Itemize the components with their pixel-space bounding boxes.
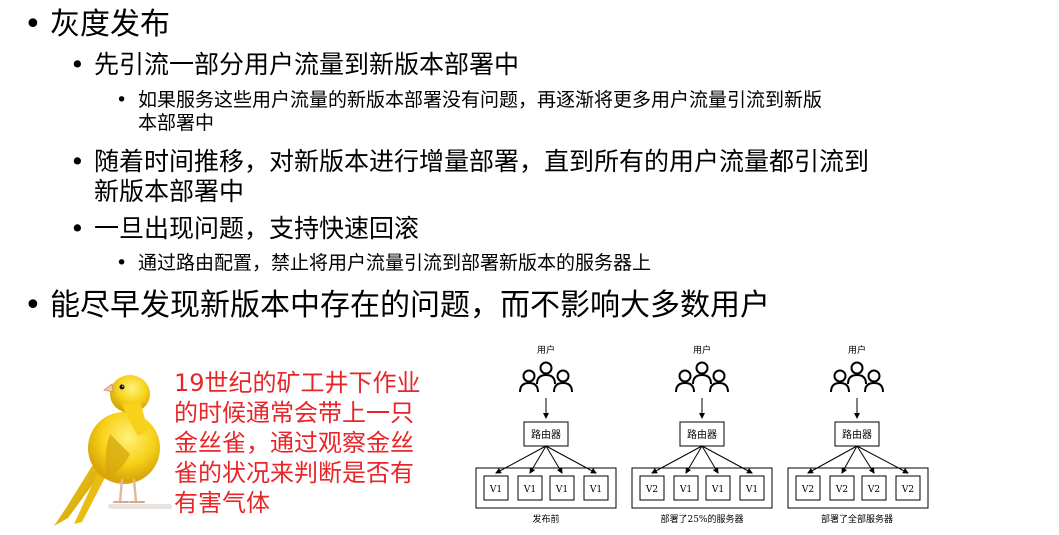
server-version: V1 [589, 485, 602, 495]
diagram-caption: 部署了全部服务器 [821, 513, 893, 525]
bullet-dot: • [24, 288, 42, 323]
bullet-route-part-traffic: 先引流一部分用户流量到新版本部署中 [94, 50, 520, 79]
server-version: V2 [835, 485, 848, 495]
bullet-incremental-line2: 新版本部署中 [94, 177, 245, 206]
server-version: V1 [489, 485, 502, 495]
users-icon [675, 361, 729, 393]
canary-note-line: 金丝雀，通过观察金丝 [174, 429, 414, 457]
server-version: V2 [867, 485, 880, 495]
users-icon [519, 361, 573, 393]
server-version: V1 [745, 485, 758, 495]
users-label: 用户 [693, 344, 711, 356]
diagram-panel-25-percent: 用户 路由器 V2 V1 V1 V1 部署了25%的服务器 [631, 344, 773, 525]
server-version: V2 [645, 485, 658, 495]
bullet-route-config: 通过路由配置，禁止将用户流量引流到部署新版本的服务器上 [138, 252, 652, 274]
canary-note-line: 19世纪的矿工井下作业 [174, 369, 421, 397]
diagram-caption: 部署了25%的服务器 [660, 513, 743, 525]
bullet-early-detect: 能尽早发现新版本中存在的问题，而不影响大多数用户 [50, 288, 770, 323]
canary-note-line: 有害气体 [174, 489, 270, 517]
router-label: 路由器 [842, 428, 872, 441]
diagram-caption: 发布前 [532, 513, 559, 525]
bullet-rollback: 一旦出现问题，支持快速回滚 [94, 214, 420, 243]
deployment-diagrams: 用户 路由器 V1 V1 V1 V1 发布前 用户 路由器 V2 V1 V1 V… [475, 344, 929, 525]
bullet-dot: • [24, 7, 42, 42]
bullet-gradual-shift-line1: 如果服务这些用户流量的新版本部署没有问题，再逐渐将更多用户流量引流到新版 [138, 89, 823, 111]
bullet-gray-release: 灰度发布 [50, 7, 170, 42]
users-icon [830, 361, 884, 393]
server-version: V1 [679, 485, 692, 495]
diagram-panel-all-deployed: 用户 路由器 V2 V2 V2 V2 部署了全部服务器 [787, 344, 929, 525]
server-version: V2 [901, 485, 914, 495]
bullet-dot: • [70, 214, 85, 243]
canary-note: 19世纪的矿工井下作业 的时候通常会带上一只 金丝雀，通过观察金丝 雀的状况来判… [174, 368, 454, 518]
bullet-dot: • [116, 89, 128, 111]
server-version: V1 [555, 485, 568, 495]
diagram-panel-before-release: 用户 路由器 V1 V1 V1 V1 发布前 [475, 344, 617, 525]
router-label: 路由器 [531, 428, 561, 441]
users-label: 用户 [537, 344, 555, 356]
canary-note-line: 的时候通常会带上一只 [174, 399, 414, 427]
bullet-dot: • [116, 252, 128, 274]
server-version: V1 [711, 485, 724, 495]
router-label: 路由器 [687, 428, 717, 441]
server-version: V2 [801, 485, 814, 495]
canary-bird-icon [54, 375, 172, 526]
bullet-gradual-shift-line2: 本部署中 [138, 112, 215, 134]
canary-note-line: 雀的状况来判断是否有 [174, 459, 414, 487]
bullet-dot: • [70, 50, 85, 79]
bullet-incremental-line1: 随着时间推移，对新版本进行增量部署，直到所有的用户流量都引流到 [94, 147, 870, 176]
server-version: V1 [523, 485, 536, 495]
bullet-dot: • [70, 147, 85, 176]
users-label: 用户 [848, 344, 866, 356]
